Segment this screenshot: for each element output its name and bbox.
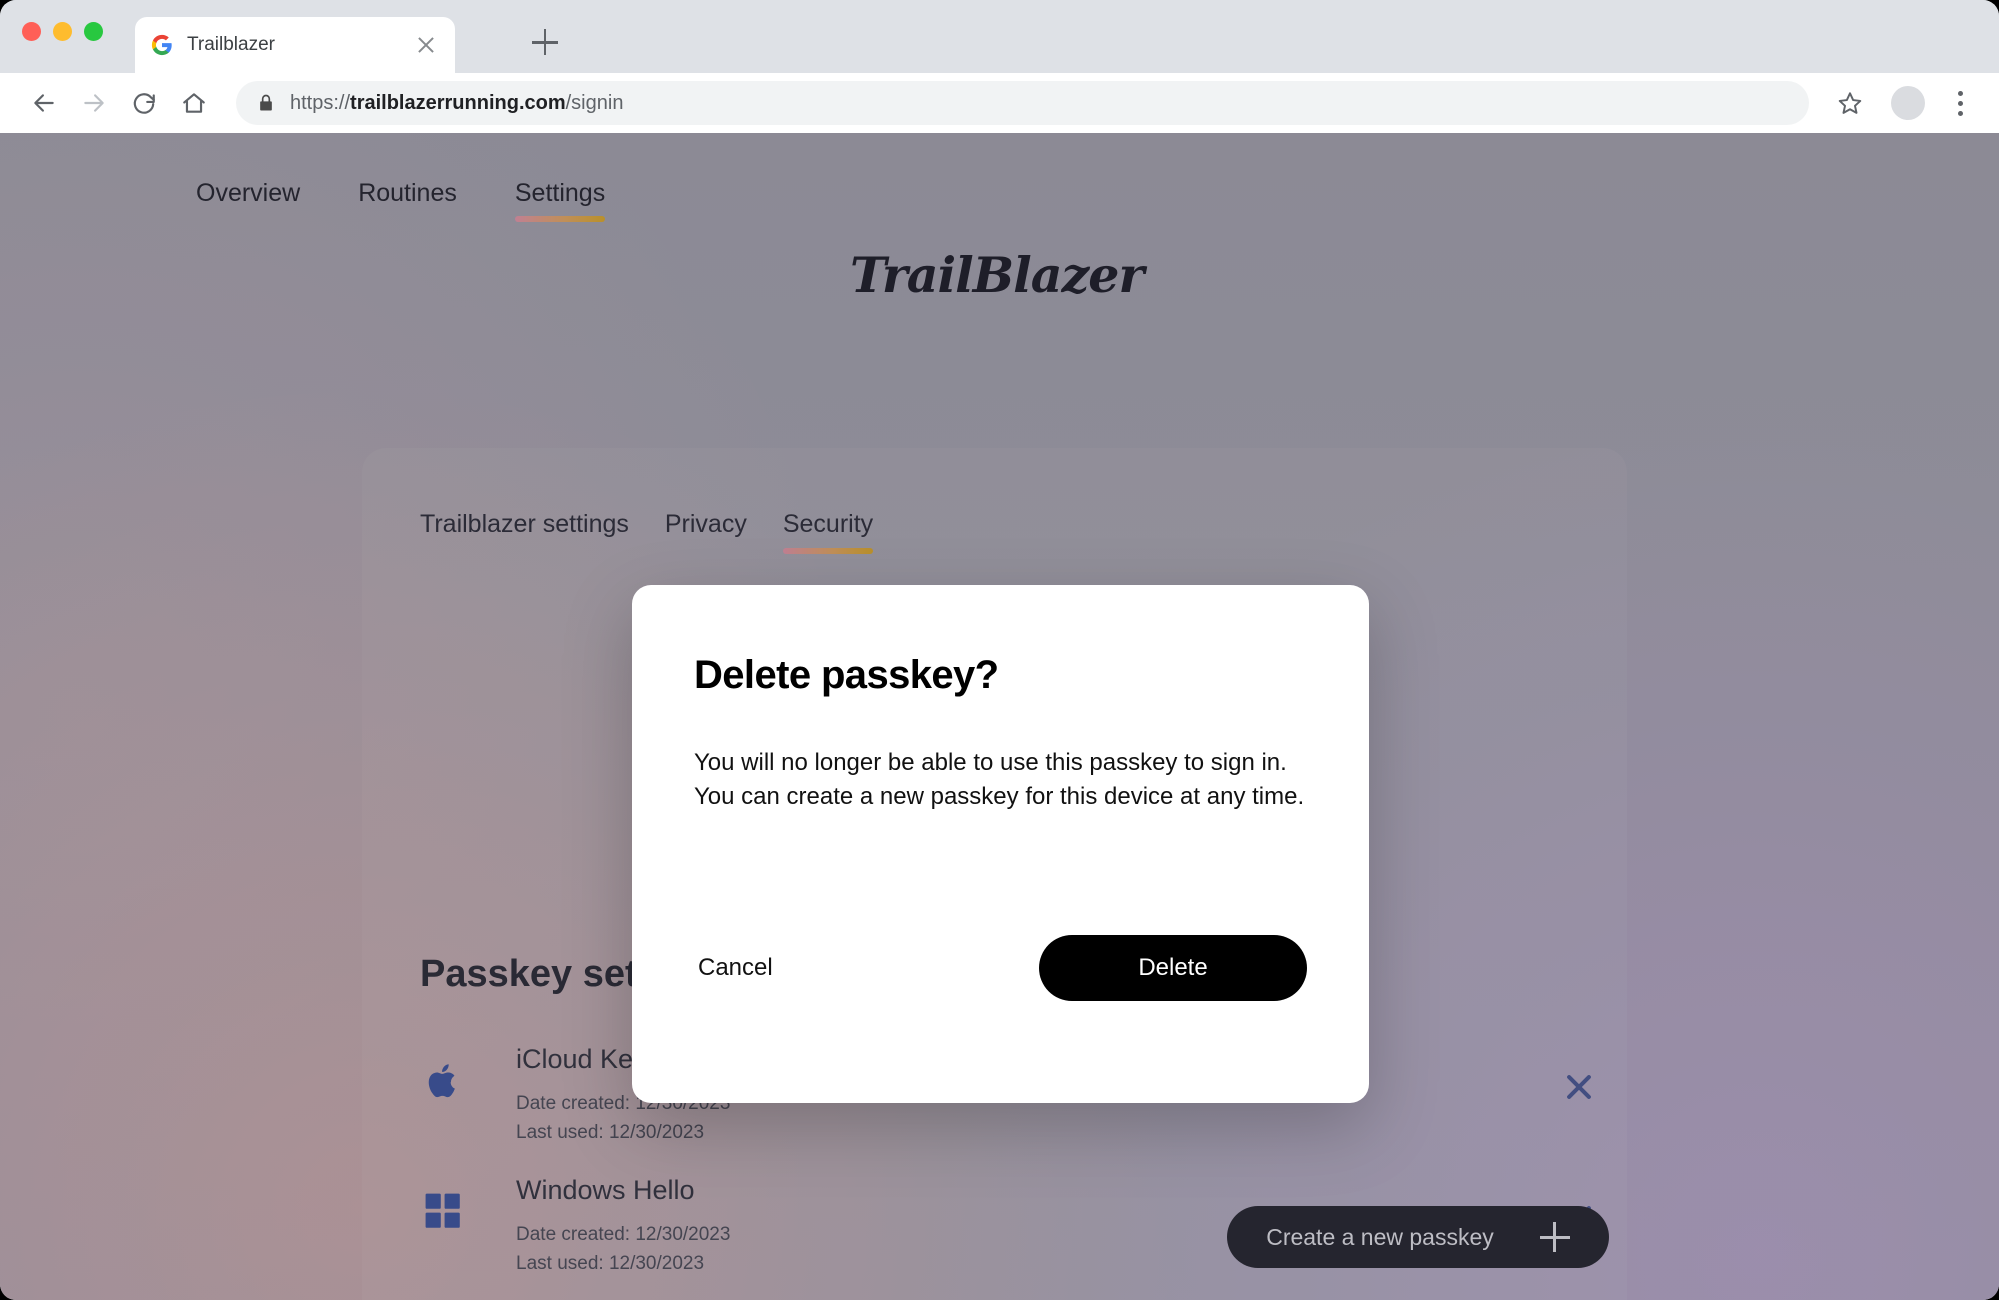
delete-passkey-dialog: Delete passkey? You will no longer be ab… <box>632 585 1369 1103</box>
window-minimize-button[interactable] <box>53 22 72 41</box>
lock-icon <box>256 93 276 113</box>
browser-window: Trailblazer https://trailblazerrunning.c… <box>0 0 1999 1300</box>
three-dot-menu-icon[interactable] <box>1943 83 1977 123</box>
tab-title: Trailblazer <box>187 34 275 55</box>
reload-icon[interactable] <box>122 81 166 125</box>
cancel-button[interactable]: Cancel <box>694 944 777 992</box>
dialog-body-text: You will no longer be able to use this p… <box>694 749 1305 810</box>
browser-tab-strip: Trailblazer <box>0 0 1999 73</box>
page-content: Overview Routines Settings TrailBlazer T… <box>0 133 1999 1300</box>
url-text: https://trailblazerrunning.com/signin <box>290 91 624 114</box>
google-g-icon <box>151 34 173 56</box>
window-traffic-lights <box>22 22 103 41</box>
new-tab-button[interactable] <box>528 25 562 59</box>
browser-toolbar: https://trailblazerrunning.com/signin <box>0 73 1999 133</box>
window-maximize-button[interactable] <box>84 22 103 41</box>
dialog-title: Delete passkey? <box>694 653 999 697</box>
avatar-icon[interactable] <box>1891 86 1925 120</box>
url-domain: trailblazerrunning.com <box>350 91 566 114</box>
home-icon[interactable] <box>172 81 216 125</box>
browser-tab[interactable]: Trailblazer <box>135 17 455 73</box>
address-bar[interactable]: https://trailblazerrunning.com/signin <box>236 81 1809 125</box>
close-icon[interactable] <box>413 32 439 58</box>
window-close-button[interactable] <box>22 22 41 41</box>
dialog-actions: Cancel Delete <box>694 935 1307 1001</box>
star-icon[interactable] <box>1831 84 1869 122</box>
back-arrow-icon[interactable] <box>22 81 66 125</box>
delete-button[interactable]: Delete <box>1039 935 1307 1001</box>
forward-arrow-icon[interactable] <box>72 81 116 125</box>
